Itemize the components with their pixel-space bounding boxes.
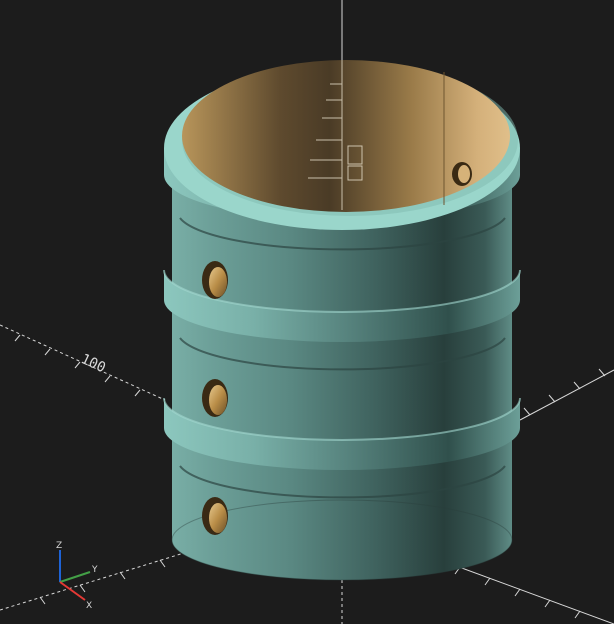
side-hole-1	[202, 261, 228, 299]
scale-label: 100	[78, 351, 108, 376]
y-axis-line	[519, 369, 614, 421]
side-hole-2	[202, 379, 228, 417]
scene-canvas[interactable]: 100 Z Y X	[0, 0, 614, 624]
side-hole-3	[202, 497, 228, 535]
3d-viewport[interactable]: 100 Z Y X	[0, 0, 614, 624]
gizmo-y-axis	[59, 571, 91, 583]
barrel-model[interactable]	[163, 60, 521, 581]
gizmo-x-label: X	[86, 601, 92, 611]
y-neg-axis-line	[0, 547, 201, 611]
gizmo-y-label: Y	[91, 565, 98, 575]
gizmo-z-label: Z	[56, 541, 62, 551]
barrel-interior	[182, 60, 510, 212]
axis-gizmo: Z Y X	[56, 541, 98, 611]
x-axis-line	[439, 559, 614, 624]
